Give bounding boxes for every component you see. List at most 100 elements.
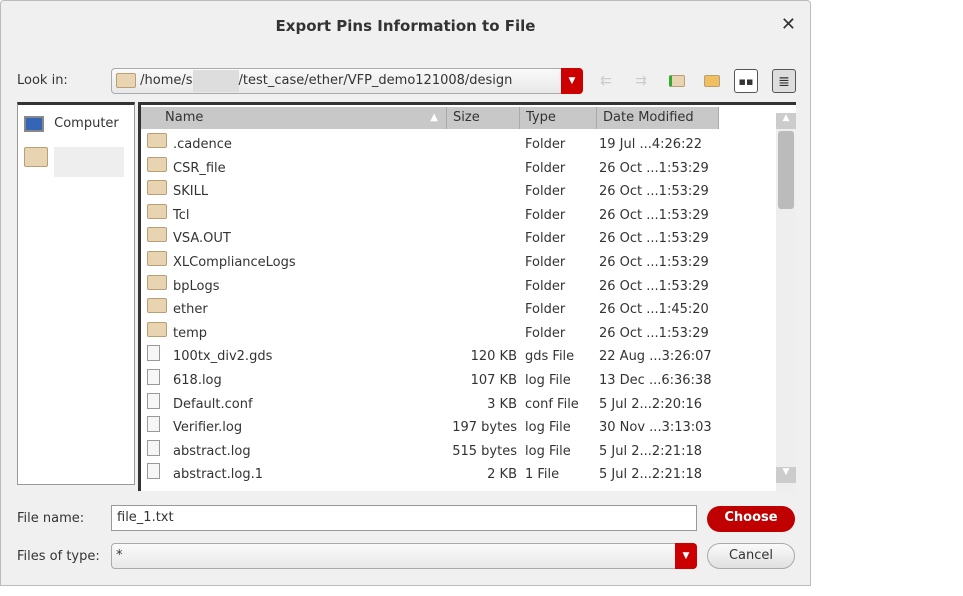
parent-folder-icon[interactable] [665, 69, 689, 93]
file-type-combo[interactable]: * ▼ [111, 543, 697, 569]
file-row[interactable]: .cadence Folder 19 Jul ...4:26:22 [141, 133, 771, 156]
file-date: 30 Nov ...3:13:03 [599, 420, 712, 436]
file-row[interactable]: CSR_file Folder 26 Oct ...1:53:29 [141, 156, 771, 180]
folder-icon [116, 73, 136, 88]
sidebar-item-home[interactable] [24, 147, 124, 177]
sidebar-item-label: Computer [54, 116, 119, 131]
file-type: Folder [525, 184, 566, 200]
scrollbar-thumb[interactable] [778, 131, 794, 209]
file-type-label: Files of type: [17, 549, 100, 564]
file-date: 19 Jul ...4:26:22 [599, 137, 703, 152]
file-type: log File [525, 373, 571, 388]
dialog-title: Export Pins Information to File [275, 17, 536, 35]
file-list[interactable]: Name ▲ Size Type Date Modified .cadence F… [138, 102, 796, 493]
file-date: 13 Dec ...6:36:38 [599, 373, 712, 388]
detail-view-icon[interactable]: ≣ [772, 69, 796, 93]
file-name: VSA.OUT [173, 231, 231, 247]
file-name: 100tx_div2.gds [173, 349, 273, 365]
file-date: 26 Oct ...1:53:29 [599, 255, 709, 270]
file-size: 107 KB [470, 373, 517, 388]
file-type: Folder [525, 302, 566, 318]
folder-icon [24, 147, 48, 167]
scrollbar[interactable]: ▲ ▼ [776, 113, 796, 493]
file-date: 26 Oct ...1:53:29 [599, 207, 709, 223]
file-name: SKILL [173, 184, 209, 200]
column-header-size[interactable]: Size [447, 107, 520, 129]
file-name: temp [173, 325, 208, 341]
file-date: 26 Oct ...1:53:29 [599, 278, 709, 294]
file-row[interactable]: SKILL Folder 26 Oct ...1:53:29 [141, 180, 771, 203]
file-date: 26 Oct ...1:53:29 [599, 325, 709, 341]
file-row[interactable]: bpLogs Folder 26 Oct ...1:53:29 [141, 274, 771, 298]
file-type: gds File [525, 349, 575, 365]
file-size: 3 KB [487, 396, 517, 412]
file-name: abstract.log [173, 443, 251, 459]
column-header-date[interactable]: Date Modified [597, 107, 719, 129]
file-name: ether [173, 302, 208, 318]
file-type: Folder [525, 160, 566, 176]
file-row[interactable]: Default.conf 3 KB conf File 5 Jul 2...2:… [141, 392, 771, 416]
file-size: 515 bytes [452, 443, 517, 459]
computer-icon [24, 115, 44, 132]
look-in-label: Look in: [17, 73, 68, 88]
export-dialog: Export Pins Information to File ✕ Look i… [0, 0, 811, 586]
file-date: 26 Oct ...1:53:29 [599, 184, 709, 200]
file-date: 26 Oct ...1:45:20 [599, 302, 709, 318]
file-row[interactable]: Tcl Folder 26 Oct ...1:53:29 [141, 203, 771, 227]
file-name: XLComplianceLogs [173, 255, 296, 270]
close-icon[interactable]: ✕ [781, 14, 796, 35]
path-end: /test_case/ether/VFP_demo121008/design [238, 73, 513, 88]
file-row[interactable]: abstract.log 515 bytes log File 5 Jul 2.… [141, 439, 771, 463]
file-name: bpLogs [173, 278, 220, 294]
file-size: 120 KB [470, 349, 517, 365]
file-name: Verifier.log [173, 420, 243, 436]
file-row[interactable]: VSA.OUT Folder 26 Oct ...1:53:29 [141, 227, 771, 250]
file-date: 5 Jul 2...2:21:18 [599, 467, 703, 483]
file-row[interactable]: 618.log 107 KB log File 13 Dec ...6:36:3… [141, 369, 771, 392]
chevron-down-icon[interactable]: ▼ [561, 68, 583, 94]
chevron-down-icon[interactable]: ▼ [675, 543, 697, 569]
file-name-input[interactable]: file_1.txt [111, 505, 697, 531]
file-size: 197 bytes [452, 420, 517, 436]
sidebar-item-computer[interactable]: Computer [24, 113, 119, 135]
file-type-value: * [116, 548, 123, 563]
file-type: Folder [525, 207, 566, 223]
file-name: Tcl [173, 207, 190, 223]
file-type: log File [525, 420, 571, 436]
redacted [192, 69, 239, 92]
file-name: CSR_file [173, 160, 226, 176]
file-row[interactable]: temp Folder 26 Oct ...1:53:29 [141, 321, 771, 345]
cancel-button[interactable]: Cancel [707, 543, 795, 569]
file-type: Folder [525, 325, 566, 341]
file-name: Default.conf [173, 396, 253, 412]
forward-icon[interactable]: ⇉ [629, 69, 653, 93]
file-row[interactable]: 100tx_div2.gds 120 KB gds File 22 Aug ..… [141, 345, 771, 368]
places-sidebar: Computer [17, 102, 135, 485]
back-icon[interactable]: ⇇ [594, 69, 618, 93]
file-type: conf File [525, 396, 579, 412]
icon-view-icon[interactable]: ▪▪ [734, 69, 758, 93]
file-type: 1 File [525, 467, 560, 483]
redacted [54, 147, 124, 177]
file-size: 2 KB [487, 467, 517, 483]
file-date: 5 Jul 2...2:20:16 [599, 396, 703, 412]
file-date: 5 Jul 2...2:21:18 [599, 443, 703, 459]
file-date: 26 Oct ...1:53:29 [599, 160, 709, 176]
column-header-type[interactable]: Type [520, 107, 597, 129]
file-row[interactable]: Verifier.log 197 bytes log File 30 Nov .… [141, 416, 771, 439]
file-name: .cadence [173, 137, 232, 152]
look-in-combo[interactable]: /home/s/test_case/ether/VFP_demo121008/d… [111, 68, 583, 94]
file-row[interactable]: ether Folder 26 Oct ...1:45:20 [141, 298, 771, 321]
file-type: Folder [525, 278, 566, 294]
file-type: Folder [525, 137, 566, 152]
file-name: abstract.log.1 [173, 467, 263, 483]
file-name: 618.log [173, 373, 222, 388]
choose-button[interactable]: Choose [707, 506, 795, 532]
scroll-up-icon: ▲ [776, 113, 796, 129]
column-header-name[interactable]: Name ▲ [141, 107, 447, 129]
file-row[interactable]: XLComplianceLogs Folder 26 Oct ...1:53:2… [141, 251, 771, 274]
new-folder-icon[interactable] [700, 69, 724, 93]
file-row[interactable]: abstract.log.1 2 KB 1 File 5 Jul 2...2:2… [141, 463, 771, 486]
file-type: Folder [525, 231, 566, 247]
file-date: 26 Oct ...1:53:29 [599, 231, 709, 247]
